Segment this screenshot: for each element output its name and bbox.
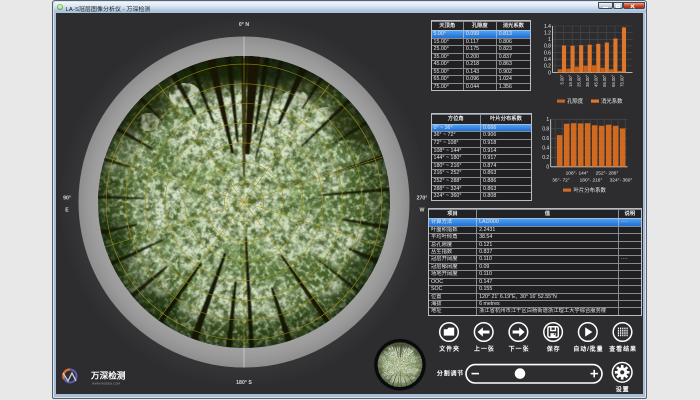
svg-text:0° N: 0° N (239, 22, 249, 28)
svg-text:36°- 72°: 36°- 72° (552, 178, 570, 184)
svg-text:1: 1 (548, 37, 551, 43)
svg-text:1.2: 1.2 (544, 30, 551, 36)
svg-text:90°: 90° (63, 196, 71, 202)
svg-text:E: E (65, 208, 69, 214)
svg-text:0.4: 0.4 (544, 57, 551, 63)
svg-text:270°: 270° (417, 196, 428, 202)
svg-text:WWW.WSEEN.COM: WWW.WSEEN.COM (92, 382, 120, 386)
svg-text:消光系数: 消光系数 (601, 97, 623, 105)
svg-text:文件夹: 文件夹 (438, 345, 460, 353)
svg-text:下一张: 下一张 (509, 345, 530, 353)
svg-text:查看结果: 查看结果 (608, 345, 637, 353)
svg-text:保存: 保存 (546, 345, 561, 353)
svg-text:45.00°: 45.00° (594, 74, 599, 86)
svg-text:5.00°: 5.00° (559, 74, 564, 84)
svg-text:叶片分布系数: 叶片分布系数 (574, 186, 607, 194)
svg-text:自动/批量: 自动/批量 (573, 345, 603, 353)
svg-text:252°- 288°: 252°- 288° (596, 171, 619, 177)
svg-text:0.8: 0.8 (544, 44, 551, 50)
svg-text:0.2: 0.2 (542, 155, 549, 161)
svg-text:25.00°: 25.00° (577, 74, 582, 86)
svg-text:55.00°: 55.00° (602, 74, 607, 86)
svg-text:0: 0 (546, 165, 549, 171)
svg-text:324°- 360°: 324°- 360° (610, 178, 633, 184)
svg-text:孔隙度: 孔隙度 (567, 97, 584, 105)
svg-text:75.00°: 75.00° (619, 74, 624, 86)
svg-text:设置: 设置 (616, 386, 630, 394)
svg-text:0.6: 0.6 (542, 136, 549, 142)
svg-text:分割调节: 分割调节 (437, 370, 464, 378)
svg-text:180° S: 180° S (236, 380, 252, 386)
svg-text:1.4: 1.4 (544, 24, 551, 30)
svg-text:上一张: 上一张 (474, 345, 495, 353)
svg-text:108°- 144°: 108°- 144° (566, 171, 589, 177)
svg-text:0.4: 0.4 (542, 146, 549, 152)
svg-text:0.2: 0.2 (544, 64, 551, 70)
svg-text:65.00°: 65.00° (611, 74, 616, 86)
svg-text:35.00°: 35.00° (585, 74, 590, 86)
svg-text:0.8: 0.8 (542, 127, 549, 133)
svg-text:W: W (420, 208, 425, 214)
svg-text:180°- 216°: 180°- 216° (580, 178, 603, 184)
svg-text:1: 1 (546, 117, 549, 123)
svg-text:15.00°: 15.00° (568, 74, 573, 86)
svg-text:0: 0 (548, 70, 551, 76)
svg-text:万深检测: 万深检测 (90, 370, 126, 381)
svg-text:0.6: 0.6 (544, 50, 551, 56)
